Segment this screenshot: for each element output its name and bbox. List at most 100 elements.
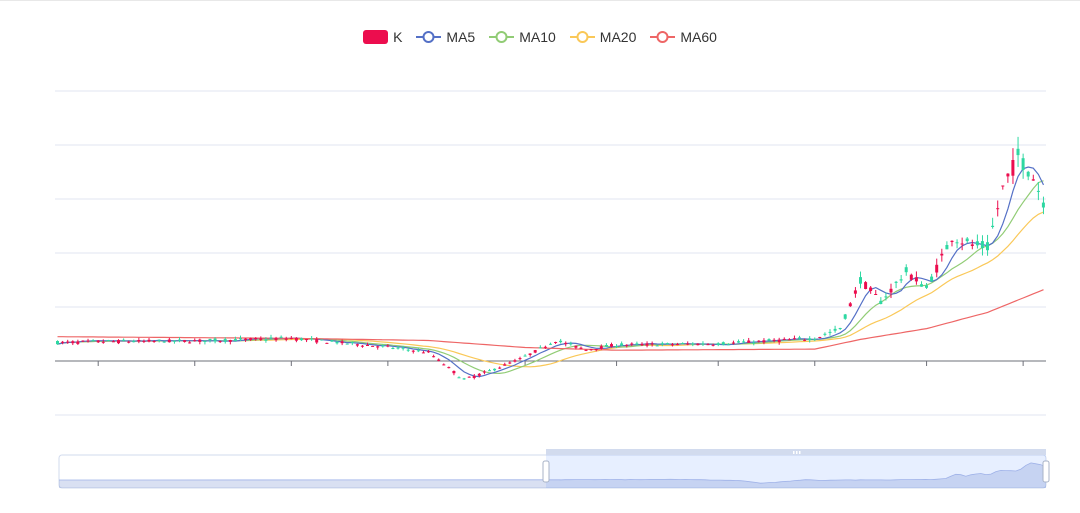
zoom-handle-left[interactable]: [542, 460, 550, 483]
candle[interactable]: [142, 339, 146, 344]
candle[interactable]: [818, 336, 822, 339]
candle[interactable]: [284, 336, 288, 342]
candle[interactable]: [996, 200, 1000, 217]
candle[interactable]: [955, 239, 959, 249]
candle[interactable]: [1021, 153, 1025, 179]
candle[interactable]: [843, 313, 847, 320]
candle[interactable]: [752, 340, 756, 346]
candle[interactable]: [838, 327, 842, 330]
candle[interactable]: [737, 339, 740, 343]
zoom-handle-right[interactable]: [1042, 460, 1050, 483]
candle[interactable]: [965, 236, 969, 244]
candle[interactable]: [122, 338, 126, 342]
candle[interactable]: [599, 344, 603, 350]
candle[interactable]: [360, 345, 364, 348]
candle[interactable]: [538, 345, 542, 349]
candle[interactable]: [203, 340, 207, 345]
candle[interactable]: [137, 337, 141, 344]
data-zoom-slider[interactable]: [58, 449, 1050, 489]
candle[interactable]: [925, 282, 928, 289]
candle[interactable]: [320, 339, 324, 341]
candle[interactable]: [904, 264, 908, 276]
candle[interactable]: [569, 341, 573, 346]
candle[interactable]: [472, 374, 476, 380]
candle[interactable]: [198, 338, 202, 345]
candle[interactable]: [864, 281, 868, 290]
candle[interactable]: [462, 377, 466, 380]
candle[interactable]: [228, 339, 232, 345]
candle[interactable]: [518, 356, 522, 361]
candle[interactable]: [279, 335, 283, 339]
candle[interactable]: [467, 376, 471, 378]
candle[interactable]: [960, 237, 964, 251]
candle[interactable]: [645, 341, 649, 348]
candle[interactable]: [457, 376, 461, 379]
candle[interactable]: [792, 335, 796, 340]
candle[interactable]: [920, 281, 923, 287]
candle[interactable]: [305, 338, 308, 343]
candle[interactable]: [859, 271, 862, 289]
candle[interactable]: [508, 361, 512, 365]
candle[interactable]: [183, 340, 187, 343]
candle[interactable]: [71, 340, 75, 346]
candle[interactable]: [899, 274, 903, 284]
candle[interactable]: [975, 234, 979, 249]
candle[interactable]: [894, 280, 898, 289]
candle[interactable]: [91, 339, 95, 342]
candle[interactable]: [1016, 136, 1020, 167]
candle[interactable]: [96, 340, 100, 343]
candle[interactable]: [432, 354, 436, 358]
candle[interactable]: [716, 342, 720, 347]
candle[interactable]: [950, 240, 954, 247]
candle[interactable]: [493, 368, 497, 372]
candle[interactable]: [172, 340, 176, 344]
candle[interactable]: [533, 349, 537, 354]
candle[interactable]: [549, 342, 552, 345]
candle[interactable]: [767, 338, 771, 341]
candle[interactable]: [869, 286, 873, 294]
candle[interactable]: [488, 368, 491, 372]
candle[interactable]: [879, 297, 883, 305]
candle[interactable]: [325, 342, 329, 344]
candle[interactable]: [747, 337, 751, 343]
candle[interactable]: [391, 346, 395, 350]
candle[interactable]: [56, 340, 59, 345]
candle[interactable]: [930, 273, 934, 282]
candle[interactable]: [1031, 174, 1035, 181]
candle[interactable]: [991, 217, 995, 229]
candle[interactable]: [452, 370, 456, 376]
candle[interactable]: [935, 258, 939, 278]
candle[interactable]: [421, 350, 425, 354]
candle[interactable]: [604, 343, 608, 347]
candle[interactable]: [584, 349, 588, 352]
candle[interactable]: [701, 341, 705, 346]
candle[interactable]: [970, 239, 974, 250]
candle[interactable]: [823, 332, 827, 337]
candle[interactable]: [782, 337, 786, 340]
candle[interactable]: [1026, 170, 1030, 181]
candle[interactable]: [523, 354, 527, 357]
candle[interactable]: [1036, 182, 1040, 201]
candle[interactable]: [874, 289, 878, 295]
candle[interactable]: [945, 241, 949, 250]
candle[interactable]: [853, 287, 857, 298]
candle[interactable]: [848, 302, 852, 307]
candle[interactable]: [940, 248, 944, 262]
candle[interactable]: [345, 343, 349, 345]
candle[interactable]: [355, 343, 359, 348]
candle[interactable]: [1006, 173, 1010, 183]
candle[interactable]: [833, 325, 837, 333]
candle[interactable]: [559, 338, 563, 344]
candle[interactable]: [193, 338, 197, 342]
candle[interactable]: [269, 334, 273, 339]
candle[interactable]: [1001, 185, 1005, 190]
candle[interactable]: [828, 329, 832, 336]
candle[interactable]: [371, 345, 375, 347]
candle[interactable]: [980, 235, 984, 256]
candle[interactable]: [447, 366, 451, 369]
candle[interactable]: [117, 339, 120, 345]
candle[interactable]: [498, 366, 502, 369]
candle[interactable]: [1011, 148, 1015, 184]
candle[interactable]: [66, 339, 70, 344]
candle[interactable]: [350, 341, 354, 346]
